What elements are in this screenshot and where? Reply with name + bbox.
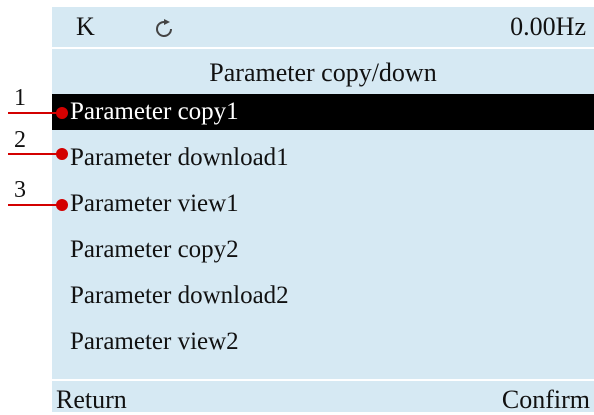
page-title: Parameter copy/down bbox=[209, 58, 437, 87]
callout-number-1: 1 bbox=[14, 85, 26, 111]
device-screen: K 0.00Hz Parameter copy/down Parameter c… bbox=[52, 7, 594, 414]
callout-dot-2 bbox=[56, 148, 68, 160]
softkey-bar: Return Confirm bbox=[52, 379, 594, 414]
menu-item-parameter-view1[interactable]: Parameter view1 bbox=[52, 186, 594, 222]
callout-dot-1 bbox=[56, 107, 68, 119]
status-bar: K 0.00Hz bbox=[52, 7, 594, 49]
callout-dot-3 bbox=[56, 199, 68, 211]
menu-item-parameter-download1[interactable]: Parameter download1 bbox=[52, 140, 594, 176]
refresh-icon bbox=[156, 19, 172, 37]
menu-item-parameter-copy1[interactable]: Parameter copy1 bbox=[52, 94, 594, 130]
parameter-menu: Parameter copy1 Parameter download1 Para… bbox=[52, 94, 594, 370]
callout-number-2: 2 bbox=[14, 127, 26, 153]
frequency-readout: 0.00Hz bbox=[510, 12, 586, 41]
callout-line-2 bbox=[8, 153, 62, 155]
return-button[interactable]: Return bbox=[56, 385, 127, 415]
mode-indicator: K bbox=[76, 12, 95, 41]
menu-item-parameter-copy2[interactable]: Parameter copy2 bbox=[52, 232, 594, 268]
confirm-button[interactable]: Confirm bbox=[502, 385, 590, 415]
callout-number-3: 3 bbox=[14, 177, 26, 203]
callout-line-1 bbox=[8, 112, 62, 114]
menu-item-parameter-download2[interactable]: Parameter download2 bbox=[52, 278, 594, 314]
menu-item-parameter-view2[interactable]: Parameter view2 bbox=[52, 324, 594, 360]
callout-line-3 bbox=[8, 204, 62, 206]
